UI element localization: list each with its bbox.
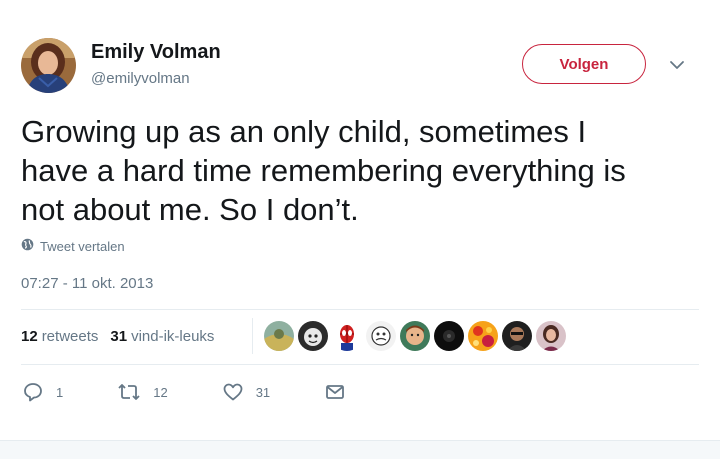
- liker-avatar[interactable]: [434, 321, 464, 351]
- retweet-count: 12: [153, 384, 168, 400]
- liker-avatar[interactable]: [400, 321, 430, 351]
- liker-avatar[interactable]: [366, 321, 396, 351]
- tweet-text: Growing up as an only child, sometimes I…: [21, 112, 701, 229]
- liker-avatar[interactable]: [502, 321, 532, 351]
- like-count: 31: [255, 384, 271, 400]
- tweet-stats: 12 retweets 31 vind-ik-leuks: [21, 328, 226, 345]
- direct-message-button[interactable]: [324, 381, 346, 403]
- liker-avatar[interactable]: [264, 321, 294, 351]
- translate-tweet-link[interactable]: Tweet vertalen: [21, 238, 125, 254]
- tweet-timestamp[interactable]: 07:27 - 11 okt. 2013: [21, 275, 153, 292]
- retweet-button[interactable]: 12: [117, 381, 168, 403]
- reply-button[interactable]: 1: [22, 381, 63, 403]
- likes-stat[interactable]: 31 vind-ik-leuks: [110, 328, 214, 345]
- stats-separator: [252, 318, 253, 354]
- replies-area: [0, 440, 720, 459]
- liker-avatars: [264, 321, 570, 351]
- retweets-label: retweets: [41, 328, 99, 345]
- reply-count: 1: [56, 384, 64, 400]
- tweet-text-line: have a hard time remembering everything …: [21, 153, 626, 188]
- chevron-down-icon[interactable]: [668, 58, 686, 72]
- liker-avatar[interactable]: [536, 321, 566, 351]
- likes-label: vind-ik-leuks: [131, 328, 215, 345]
- follow-button[interactable]: Volgen: [522, 44, 646, 84]
- divider: [21, 309, 699, 310]
- liker-avatar[interactable]: [298, 321, 328, 351]
- divider: [21, 364, 699, 365]
- avatar[interactable]: [21, 38, 76, 93]
- tweet-text-line: not about me. So I don’t.: [21, 192, 359, 227]
- liker-avatar[interactable]: [468, 321, 498, 351]
- reply-icon: [22, 381, 44, 403]
- liker-avatar[interactable]: [332, 321, 362, 351]
- retweets-stat[interactable]: 12 retweets: [21, 328, 98, 345]
- tweet-actions: 1 12 31: [22, 381, 346, 403]
- like-button[interactable]: 31: [222, 381, 270, 403]
- author-name[interactable]: Emily Volman: [91, 41, 221, 64]
- translate-label: Tweet vertalen: [40, 238, 125, 254]
- likes-count: 31: [110, 328, 128, 345]
- tweet-text-line: Growing up as an only child, sometimes I: [21, 114, 587, 149]
- author-handle[interactable]: @emilyvolman: [91, 70, 190, 87]
- heart-icon: [222, 381, 244, 403]
- tweet-card: Emily Volman @emilyvolman Volgen Growing…: [0, 0, 720, 440]
- retweet-icon: [117, 381, 141, 403]
- globe-icon: [21, 238, 34, 254]
- retweets-count: 12: [21, 328, 38, 345]
- envelope-icon: [324, 381, 346, 403]
